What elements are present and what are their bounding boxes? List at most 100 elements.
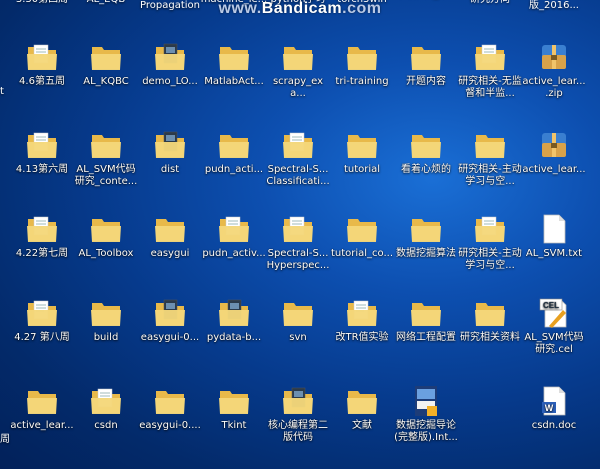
folder-with-documents-icon: [10, 296, 74, 330]
desktop-item[interactable]: active_lear...: [10, 384, 74, 432]
folder-with-documents-icon: [330, 296, 394, 330]
desktop-item[interactable]: AL_SVM代码研究_conte...: [74, 128, 138, 188]
desktop-item[interactable]: 4.22第七周: [10, 212, 74, 260]
desktop-item[interactable]: 数据挖掘算法: [394, 212, 458, 260]
desktop-item[interactable]: 数据挖掘导论(完整版).Int...: [394, 384, 458, 444]
desktop-item[interactable]: svn: [266, 296, 330, 344]
desktop-item-label: AL_KQBC: [83, 76, 129, 87]
text-file-icon: [522, 212, 586, 246]
desktop-item-label: Spectral-S... Hyperspec...: [266, 248, 330, 271]
desktop-item-label: pudn_acti...: [204, 164, 264, 175]
desktop-item[interactable]: CEL AL_SVM代码研究.cel: [522, 296, 586, 356]
desktop-item[interactable]: pydata-b...: [202, 296, 266, 344]
desktop-item[interactable]: pudn_acti...: [202, 128, 266, 176]
desktop-item-label[interactable]: Demo Belief Propagation: [134, 0, 206, 12]
desktop-item[interactable]: demo_LO...: [138, 40, 202, 88]
desktop-item-label: active_lear... .zip: [522, 76, 586, 99]
desktop-item[interactable]: easygui-0....: [138, 384, 202, 432]
desktop-item-label: AL_SVM.txt: [525, 248, 583, 259]
folder-icon: [394, 296, 458, 330]
desktop-item-label: Spectral-S... Classificati...: [266, 164, 330, 187]
desktop-item-label: 看着心烦的: [401, 164, 451, 175]
desktop-item-label: 研究相关-无监督和半监...: [458, 76, 522, 99]
desktop-item[interactable]: easygui-0...: [138, 296, 202, 344]
folder-icon: [330, 212, 394, 246]
folder-icon: [74, 296, 138, 330]
folder-icon: [202, 384, 266, 418]
folder-with-images-icon: [138, 40, 202, 74]
folder-with-documents-icon: [266, 128, 330, 162]
desktop-item[interactable]: Wcsdn.doc: [522, 384, 586, 432]
desktop-item[interactable]: 看着心烦的: [394, 128, 458, 176]
folder-icon: [458, 128, 522, 162]
desktop-item[interactable]: Tkint: [202, 384, 266, 432]
desktop-item-label: AL_Toolbox: [78, 248, 134, 259]
folder-with-documents-icon: [10, 212, 74, 246]
desktop-item[interactable]: 核心编程第二版代码: [266, 384, 330, 444]
desktop-item-label: 4.13第六周: [15, 164, 69, 175]
desktop-item[interactable]: 4.27 第八周: [10, 296, 74, 344]
desktop-item[interactable]: dist: [138, 128, 202, 176]
desktop-item-label: svn: [289, 332, 307, 343]
folder-with-images-icon: [138, 296, 202, 330]
desktop-item-label: AL_SVM代码研究.cel: [524, 332, 584, 355]
desktop-item[interactable]: MatlabAct...: [202, 40, 266, 88]
desktop-item-label[interactable]: machine_le...: [198, 0, 270, 6]
desktop-item[interactable]: active_lear... .zip: [522, 40, 586, 100]
desktop-item-label: pudn_activ...: [202, 248, 266, 259]
folder-icon: [330, 128, 394, 162]
desktop-item-label[interactable]: 2015年年底出版_2016...: [518, 0, 590, 12]
desktop-item-label: 数据挖掘导论(完整版).Int...: [394, 420, 458, 443]
desktop-item[interactable]: tutorial_co...: [330, 212, 394, 260]
desktop-item[interactable]: csdn: [74, 384, 138, 432]
desktop-item[interactable]: active_lear...: [522, 128, 586, 176]
desktop-item[interactable]: 文献: [330, 384, 394, 432]
folder-icon: [394, 212, 458, 246]
folder-icon: [330, 40, 394, 74]
folder-with-documents-icon: [266, 212, 330, 246]
desktop-item[interactable]: AL_SVM.txt: [522, 212, 586, 260]
desktop-item[interactable]: 改TR值实验: [330, 296, 394, 344]
book-pdf-icon: [394, 384, 458, 418]
desktop-item[interactable]: scrapy_exa...: [266, 40, 330, 100]
desktop-item-label: 4.6第五周: [19, 76, 65, 87]
desktop-item[interactable]: tutorial: [330, 128, 394, 176]
folder-icon: [74, 128, 138, 162]
desktop-item-label: dist: [160, 164, 180, 175]
desktop-item-label: 研究相关-主动学习与空...: [458, 248, 522, 271]
folder-with-images-icon: [202, 296, 266, 330]
desktop-item[interactable]: 研究相关资料: [458, 296, 522, 344]
desktop-item-label[interactable]: 3.30第四周: [6, 0, 78, 6]
desktop-item[interactable]: pudn_activ...: [202, 212, 266, 260]
desktop-item[interactable]: 研究相关-主动学习与空...: [458, 212, 522, 272]
desktop-item[interactable]: 4.13第六周: [10, 128, 74, 176]
cel-file-icon: CEL: [522, 296, 586, 330]
partial-desktop-label[interactable]: t: [0, 86, 4, 97]
desktop-item[interactable]: 网络工程配置: [394, 296, 458, 344]
desktop-item-label[interactable]: python学习: [262, 0, 334, 6]
desktop-item[interactable]: 开题内容: [394, 40, 458, 88]
desktop-item[interactable]: Spectral-S... Classificati...: [266, 128, 330, 188]
partial-desktop-label[interactable]: 周: [0, 430, 10, 445]
desktop-item[interactable]: 研究相关-无监督和半监...: [458, 40, 522, 100]
desktop-item-label: 4.27 第八周: [14, 332, 70, 343]
desktop-item-label: build: [93, 332, 119, 343]
folder-icon: [458, 296, 522, 330]
desktop-item[interactable]: build: [74, 296, 138, 344]
desktop-item-label: 改TR值实验: [335, 332, 389, 343]
word-document-icon: W: [522, 384, 586, 418]
desktop-item-label: 网络工程配置: [396, 332, 456, 343]
desktop-item[interactable]: 研究相关-主动学习与空...: [458, 128, 522, 188]
folder-icon: [330, 384, 394, 418]
desktop-item-label[interactable]: AL_EQB: [70, 0, 142, 6]
desktop-item[interactable]: easygui: [138, 212, 202, 260]
folder-with-documents-icon: [10, 128, 74, 162]
desktop-item-label[interactable]: torch3win: [326, 0, 398, 6]
desktop-item[interactable]: Spectral-S... Hyperspec...: [266, 212, 330, 272]
desktop-item[interactable]: AL_KQBC: [74, 40, 138, 88]
desktop-item[interactable]: tri-training: [330, 40, 394, 88]
desktop-item-label: pydata-b...: [206, 332, 262, 343]
desktop-item[interactable]: AL_Toolbox: [74, 212, 138, 260]
desktop-item[interactable]: 4.6第五周: [10, 40, 74, 88]
desktop-item-label[interactable]: 研究方向: [454, 0, 526, 6]
